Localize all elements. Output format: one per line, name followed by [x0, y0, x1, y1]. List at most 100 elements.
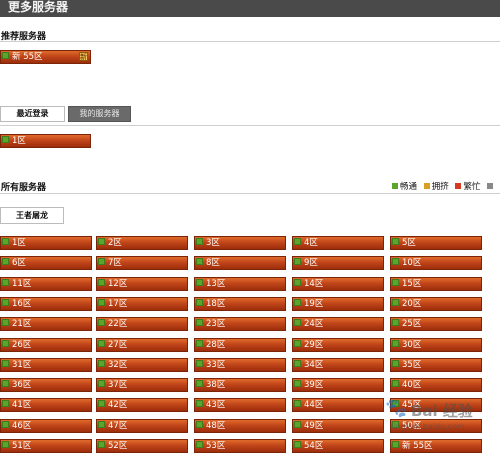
- header-bar: 更多服务器: [0, 0, 500, 17]
- server-button[interactable]: 新 55区: [390, 439, 482, 453]
- status-ok-icon: [2, 421, 9, 428]
- server-label: 19区: [304, 299, 324, 309]
- server-button[interactable]: 30区: [390, 338, 482, 352]
- server-button[interactable]: 34区: [292, 358, 384, 372]
- server-label: 42区: [108, 400, 128, 410]
- server-button[interactable]: 31区: [0, 358, 92, 372]
- server-button[interactable]: 28区: [194, 338, 286, 352]
- server-button[interactable]: 33区: [194, 358, 286, 372]
- status-ok-icon: [98, 360, 105, 367]
- status-offline-icon: [487, 182, 494, 189]
- server-button[interactable]: 25区: [390, 317, 482, 331]
- server-button[interactable]: 53区: [194, 439, 286, 453]
- server-label: 40区: [402, 380, 422, 390]
- status-ok-icon: [196, 258, 203, 265]
- server-button[interactable]: 7区: [96, 256, 188, 270]
- server-button[interactable]: 5区: [390, 236, 482, 250]
- server-button[interactable]: 32区: [96, 358, 188, 372]
- server-button[interactable]: 19区: [292, 297, 384, 311]
- status-ok-icon: [98, 421, 105, 428]
- server-button[interactable]: 14区: [292, 277, 384, 291]
- status-ok-icon: [2, 340, 9, 347]
- server-button[interactable]: 51区: [0, 439, 92, 453]
- legend-item-busy: 繁忙: [455, 180, 480, 192]
- server-button[interactable]: 44区: [292, 398, 384, 412]
- server-label: 38区: [206, 380, 226, 390]
- server-button[interactable]: 24区: [292, 317, 384, 331]
- server-button[interactable]: 22区: [96, 317, 188, 331]
- server-button[interactable]: 37区: [96, 378, 188, 392]
- server-label: 3区: [206, 238, 220, 248]
- server-button[interactable]: 46区: [0, 419, 92, 433]
- server-button[interactable]: 21区: [0, 317, 92, 331]
- status-ok-icon: [294, 258, 301, 265]
- legend-item-crowded: 拥挤: [423, 180, 449, 192]
- server-button[interactable]: 42区: [96, 398, 188, 412]
- status-ok-icon: [196, 340, 203, 347]
- status-ok-icon: [392, 441, 399, 448]
- server-label: 新 55区: [402, 441, 433, 451]
- server-button[interactable]: 10区: [390, 256, 482, 270]
- server-button[interactable]: 29区: [292, 338, 384, 352]
- server-button[interactable]: 35区: [390, 358, 482, 372]
- server-button[interactable]: 11区: [0, 277, 92, 291]
- server-button[interactable]: 8区: [194, 256, 286, 270]
- server-button[interactable]: 27区: [96, 338, 188, 352]
- server-button[interactable]: 6区: [0, 256, 92, 270]
- header-title: 更多服务器: [8, 0, 69, 14]
- server-button[interactable]: 41区: [0, 398, 92, 412]
- server-button[interactable]: 13区: [194, 277, 286, 291]
- server-label: 39区: [304, 380, 324, 390]
- server-label: 35区: [402, 360, 422, 370]
- server-button[interactable]: 12区: [96, 277, 188, 291]
- server-button[interactable]: 15区: [390, 277, 482, 291]
- server-button[interactable]: 18区: [194, 297, 286, 311]
- server-button[interactable]: 43区: [194, 398, 286, 412]
- server-button[interactable]: 40区: [390, 378, 482, 392]
- server-button[interactable]: 50区: [390, 419, 482, 433]
- tab-my-servers[interactable]: 我的服务器: [68, 106, 131, 122]
- server-label: 32区: [108, 360, 128, 370]
- server-button[interactable]: 48区: [194, 419, 286, 433]
- server-button[interactable]: 38区: [194, 378, 286, 392]
- server-button[interactable]: 49区: [292, 419, 384, 433]
- divider: [0, 125, 500, 126]
- server-button[interactable]: 3区: [194, 236, 286, 250]
- server-label: 34区: [304, 360, 324, 370]
- server-button[interactable]: 4区: [292, 236, 384, 250]
- server-label: 1区: [12, 136, 26, 146]
- status-ok-icon: [98, 299, 105, 306]
- server-button[interactable]: 47区: [96, 419, 188, 433]
- server-button[interactable]: 52区: [96, 439, 188, 453]
- server-label: 新 55区: [12, 52, 43, 62]
- legend-item-smooth: 畅通: [392, 180, 417, 192]
- server-label: 26区: [12, 340, 32, 350]
- status-ok-icon: [98, 380, 105, 387]
- status-crowded-icon: [423, 182, 430, 189]
- server-button[interactable]: 20区: [390, 297, 482, 311]
- server-button[interactable]: 39区: [292, 378, 384, 392]
- server-button[interactable]: 26区: [0, 338, 92, 352]
- status-ok-icon: [2, 258, 9, 265]
- filter-wangzhe-tulong-button[interactable]: 王者屠龙: [0, 207, 64, 224]
- status-ok-icon: [2, 52, 9, 59]
- all-servers-title: 所有服务器: [1, 183, 47, 193]
- server-button[interactable]: 54区: [292, 439, 384, 453]
- server-button[interactable]: 16区: [0, 297, 92, 311]
- recommended-server-button[interactable]: 新 55区 新: [0, 50, 91, 64]
- server-button[interactable]: 17区: [96, 297, 188, 311]
- status-ok-icon: [196, 380, 203, 387]
- server-button[interactable]: 45区: [390, 398, 482, 412]
- server-label: 45区: [402, 400, 422, 410]
- server-button[interactable]: 1区: [0, 236, 92, 250]
- recent-server-button[interactable]: 1区: [0, 134, 91, 148]
- server-button[interactable]: 9区: [292, 256, 384, 270]
- status-ok-icon: [2, 279, 9, 286]
- server-label: 10区: [402, 258, 422, 268]
- tab-recent-login[interactable]: 最近登录: [0, 106, 65, 122]
- server-button[interactable]: 23区: [194, 317, 286, 331]
- server-button[interactable]: 2区: [96, 236, 188, 250]
- status-ok-icon: [294, 279, 301, 286]
- status-ok-icon: [98, 279, 105, 286]
- server-button[interactable]: 36区: [0, 378, 92, 392]
